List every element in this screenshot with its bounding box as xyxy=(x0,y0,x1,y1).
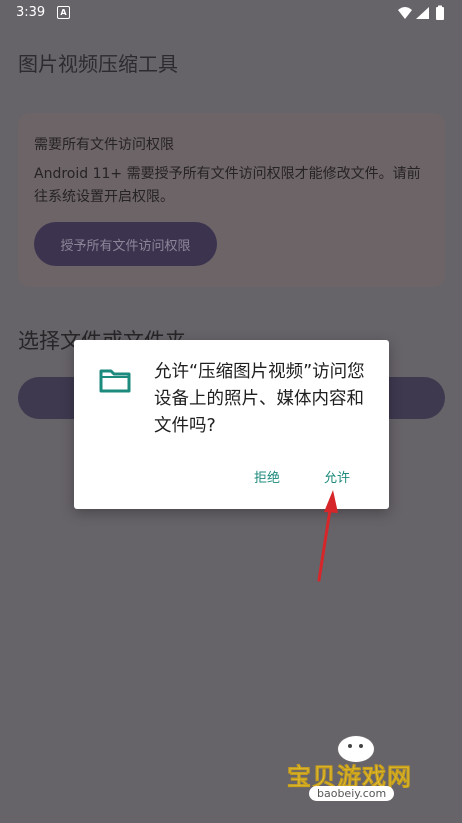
red-arrow-icon xyxy=(317,490,338,582)
watermark-url: baobeiy.com xyxy=(309,786,395,801)
watermark: 宝贝游戏网 baobeiy.com xyxy=(285,735,435,805)
